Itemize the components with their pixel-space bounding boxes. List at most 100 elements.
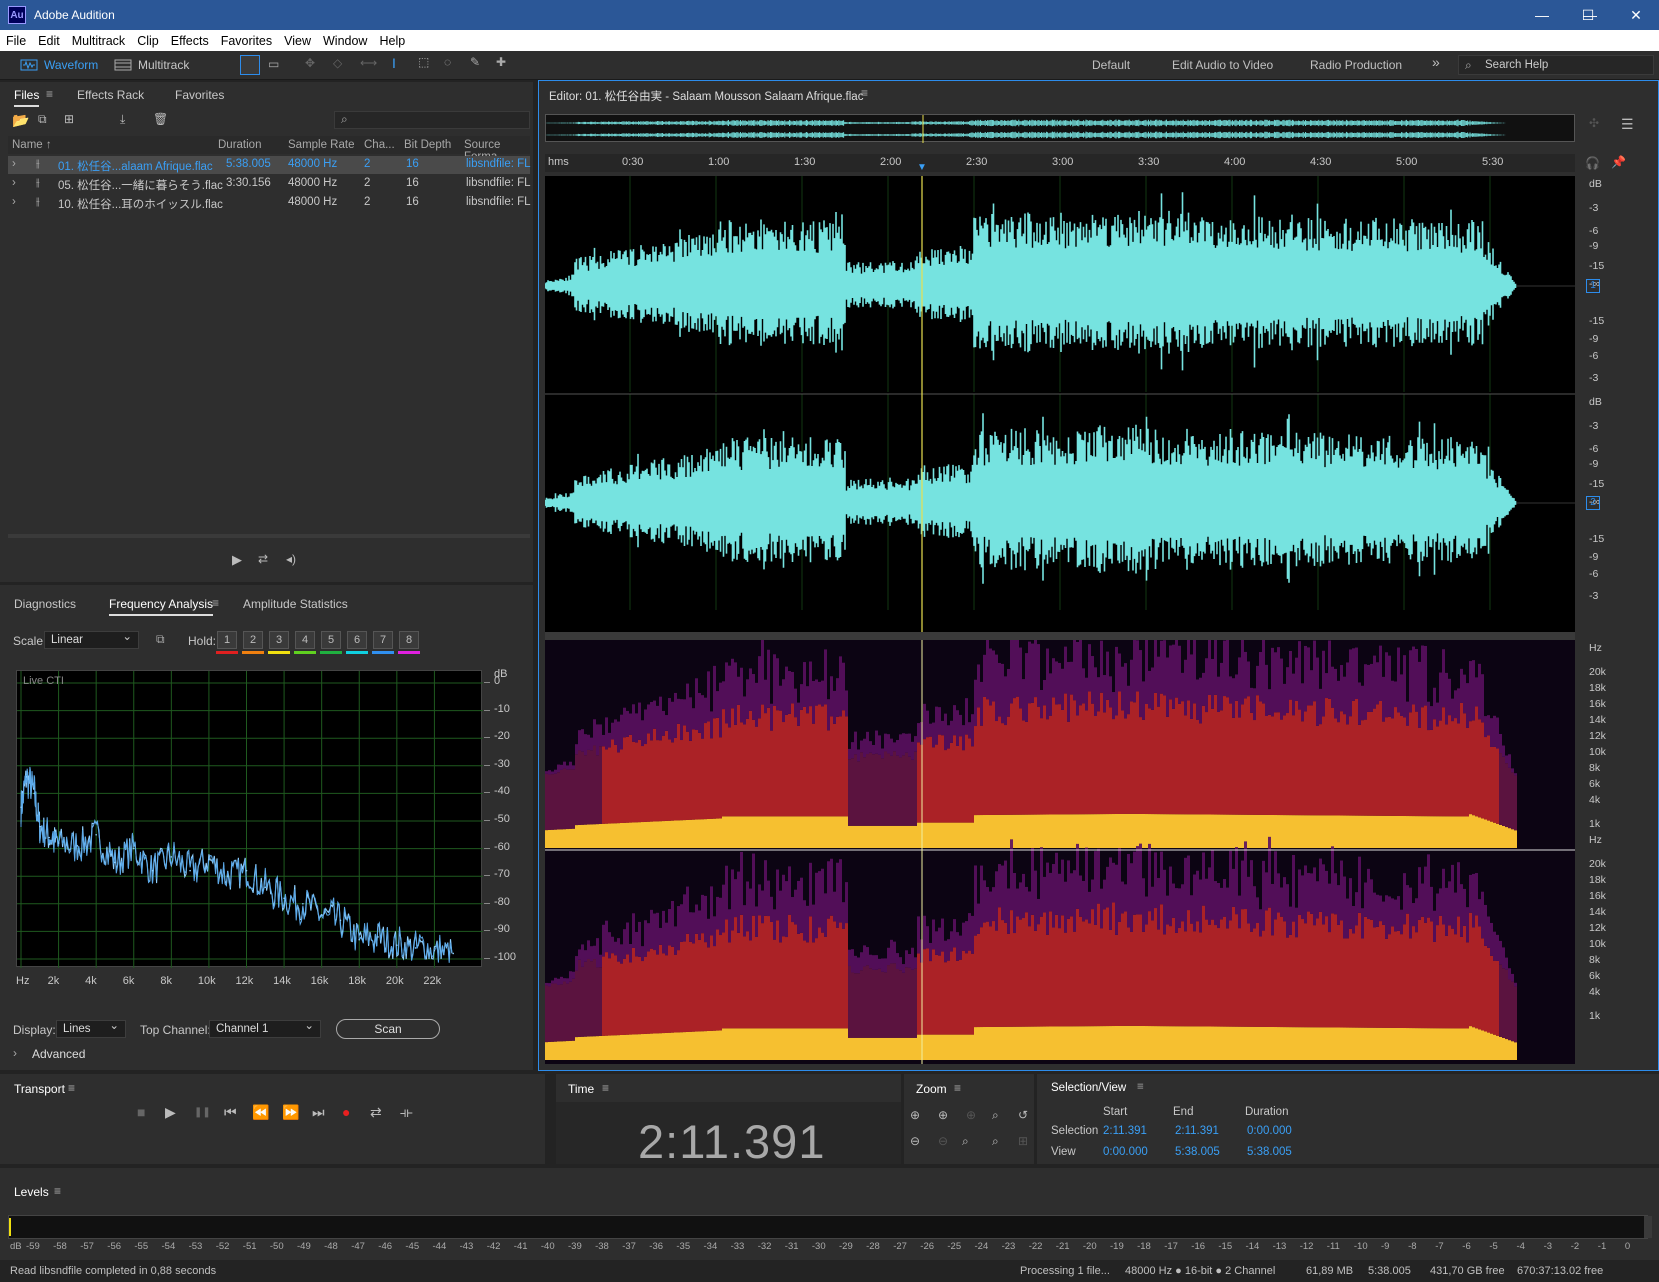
clip-indicator[interactable] <box>1644 1216 1652 1238</box>
hold-button-3[interactable]: 3 <box>269 631 289 649</box>
overview-navigator[interactable] <box>545 114 1575 143</box>
slip-tool-icon[interactable]: ⟷ <box>360 56 377 70</box>
maximize-button[interactable]: ☐ <box>1565 0 1611 30</box>
hold-button-6[interactable]: 6 <box>347 631 367 649</box>
lasso-tool-icon[interactable]: ◌ <box>444 55 451 69</box>
time-selection-tool-icon[interactable]: I <box>392 55 396 71</box>
hold-button-1[interactable]: 1 <box>217 631 237 649</box>
time-ruler[interactable]: hms 0:30 1:00 1:30 2:00 2:30 3:00 3:30 4:00 4:30 5… <box>545 154 1575 173</box>
tab-frequency-analysis[interactable]: Frequency Analysis <box>109 597 214 616</box>
more-workspaces-icon[interactable]: » <box>1432 54 1440 70</box>
hold-button-7[interactable]: 7 <box>373 631 393 649</box>
menu-help[interactable]: Help <box>373 34 411 48</box>
tab-diagnostics[interactable]: Diagnostics <box>14 597 76 611</box>
workspace-radio-production[interactable]: Radio Production <box>1310 58 1402 72</box>
zoom-reset-icon[interactable]: ↺ <box>1018 1108 1028 1122</box>
rewind-button[interactable]: ⏪ <box>252 1104 269 1121</box>
menu-file[interactable]: File <box>0 34 32 48</box>
channel-2-toggle[interactable]: 2 <box>1586 496 1600 510</box>
previous-button[interactable]: ⏮ <box>224 1104 237 1121</box>
expand-icon[interactable]: › <box>12 196 16 208</box>
view-divider[interactable] <box>545 632 1575 640</box>
col-channels[interactable]: Cha... <box>364 139 395 151</box>
panel-menu-icon[interactable]: ≡ <box>68 1081 75 1095</box>
advanced-label[interactable]: Advanced <box>32 1047 85 1061</box>
panel-menu-icon[interactable]: ≡ <box>954 1081 961 1095</box>
channel-1-toggle[interactable]: 1 <box>1586 279 1600 293</box>
selection-start[interactable]: 2:11.391 <box>1103 1125 1147 1137</box>
panel-menu-icon[interactable]: ≡ <box>212 596 219 610</box>
workspace-default[interactable]: Default <box>1092 58 1130 72</box>
view-end[interactable]: 5:38.005 <box>1175 1146 1220 1158</box>
view-duration[interactable]: 5:38.005 <box>1247 1146 1292 1158</box>
menu-edit[interactable]: Edit <box>32 34 66 48</box>
zoom-out-amplitude-icon[interactable]: ⊖ <box>910 1134 920 1148</box>
spectral-display[interactable] <box>545 620 1575 1064</box>
zoom-nav-icon[interactable]: ✣ <box>1589 116 1599 130</box>
multitrack-mode-button[interactable]: Multitrack <box>114 54 189 76</box>
selection-end[interactable]: 2:11.391 <box>1175 1125 1219 1137</box>
menu-window[interactable]: Window <box>317 34 373 48</box>
expand-icon[interactable]: › <box>12 158 16 170</box>
stop-button[interactable]: ■ <box>137 1104 145 1120</box>
copy-icon[interactable]: ⧉ <box>156 632 165 647</box>
zoom-out-point-icon[interactable]: ⌕ <box>992 1134 999 1149</box>
files-search-input[interactable]: ⌕ <box>334 111 530 129</box>
tab-files[interactable]: Files <box>14 88 40 107</box>
file-row[interactable]: › ⫲ 05. 松任谷...一緒に暮らそう.flac 3:30.156 4800… <box>8 175 531 193</box>
menu-view[interactable]: View <box>278 34 317 48</box>
waveform-mode-button[interactable]: Waveform <box>20 54 98 76</box>
minimize-button[interactable]: — <box>1519 0 1565 30</box>
col-sample-rate[interactable]: Sample Rate <box>288 139 354 151</box>
hold-button-8[interactable]: 8 <box>399 631 419 649</box>
headphones-icon[interactable]: 🎧 <box>1585 156 1600 170</box>
panel-menu-icon[interactable]: ≡ <box>54 1184 61 1198</box>
horizontal-scrollbar[interactable] <box>8 534 530 538</box>
move-tool-icon[interactable]: ✥ <box>305 56 315 70</box>
marquee-tool-icon[interactable]: ⬚ <box>418 55 429 69</box>
zoom-selection-icon[interactable]: ⊕ <box>966 1108 976 1122</box>
waveform-view-icon[interactable] <box>240 55 260 75</box>
skip-selection-button[interactable]: ⟛ <box>400 1104 413 1121</box>
tab-effects-rack[interactable]: Effects Rack <box>77 88 144 102</box>
zoom-out-time-icon[interactable]: ⊖ <box>938 1134 948 1148</box>
pin-icon[interactable]: 📌 <box>1611 155 1626 169</box>
playhead-marker-icon[interactable]: ▼ <box>917 162 927 173</box>
zoom-in-time-icon[interactable]: ⊕ <box>938 1108 948 1122</box>
channel-map-icon[interactable]: ☰ <box>1621 116 1634 133</box>
col-duration[interactable]: Duration <box>218 139 261 151</box>
hold-button-5[interactable]: 5 <box>321 631 341 649</box>
search-help-field[interactable]: ⌕ Search Help <box>1458 55 1654 75</box>
new-file-icon[interactable]: ⊞ <box>64 112 74 126</box>
close-button[interactable]: ✕ <box>1613 0 1659 30</box>
scale-dropdown[interactable]: Linear <box>44 629 139 649</box>
view-start[interactable]: 0:00.000 <box>1103 1146 1148 1158</box>
menu-clip[interactable]: Clip <box>131 34 165 48</box>
file-row[interactable]: › ⫲ 10. 松任谷...耳のホイッスル.flac 48000 Hz 2 16… <box>8 194 531 212</box>
open-file-icon[interactable]: 📂 <box>12 112 29 129</box>
play-preview-icon[interactable]: ▶ <box>232 552 242 568</box>
zoom-in-amplitude-icon[interactable]: ⊕ <box>910 1108 920 1122</box>
next-button[interactable]: ⏭ <box>312 1104 325 1121</box>
col-name[interactable]: Name ↑ <box>12 139 52 151</box>
zoom-in-point-icon[interactable]: ⌕ <box>962 1134 969 1149</box>
advanced-expand-icon[interactable]: › <box>13 1046 17 1060</box>
loop-button[interactable]: ⇄ <box>370 1104 382 1121</box>
zoom-out-full-icon[interactable]: ⌕ <box>992 1108 999 1123</box>
tab-favorites[interactable]: Favorites <box>175 88 224 102</box>
workspace-edit-audio-to-video[interactable]: Edit Audio to Video <box>1172 58 1273 72</box>
display-dropdown[interactable]: Lines <box>56 1018 126 1038</box>
col-bit-depth[interactable]: Bit Depth <box>404 139 451 151</box>
tab-amplitude-statistics[interactable]: Amplitude Statistics <box>243 597 348 611</box>
play-button[interactable]: ▶ <box>165 1104 176 1121</box>
fast-forward-button[interactable]: ⏩ <box>282 1104 299 1121</box>
spot-healing-tool-icon[interactable]: ✚ <box>496 55 506 69</box>
insert-icon[interactable]: ⤓ <box>120 112 125 127</box>
zoom-fit-icon[interactable]: ⊞ <box>1018 1134 1028 1148</box>
panel-menu-icon[interactable]: ≡ <box>46 87 53 101</box>
hold-button-4[interactable]: 4 <box>295 631 315 649</box>
delete-icon[interactable]: 🗑 <box>153 112 168 126</box>
razor-tool-icon[interactable]: ◇ <box>333 56 342 70</box>
panel-menu-icon[interactable]: ≡ <box>1137 1081 1144 1093</box>
panel-menu-icon[interactable]: ≡ <box>602 1081 609 1095</box>
